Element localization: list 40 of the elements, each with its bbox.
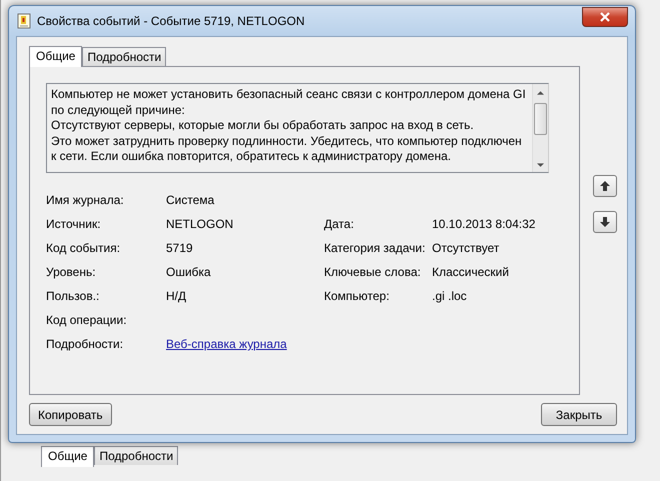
field-label: Имя журнала: (46, 193, 124, 207)
field-label: Код операции: (46, 313, 127, 327)
tab[interactable]: Общие (29, 46, 82, 67)
field-label: Код события: (46, 241, 120, 255)
field-value: NETLOGON (166, 217, 234, 231)
scroll-up-icon[interactable] (537, 90, 544, 95)
field-value: Отсутствует (432, 241, 500, 255)
field-label: Уровень: (46, 265, 96, 279)
field-value: Классический (432, 265, 509, 279)
window-title: Свойства событий - Событие 5719, NETLOGON (37, 14, 306, 28)
arrow-down-icon (599, 216, 611, 228)
tab[interactable]: Подробности (94, 446, 178, 465)
close-icon (600, 12, 610, 22)
tab[interactable]: Общие (41, 446, 94, 467)
field-value: Н/Д (166, 289, 186, 303)
field-value: 5719 (166, 241, 193, 255)
field-label: Источник: (46, 217, 101, 231)
scroll-thumb[interactable] (534, 103, 548, 135)
help-link[interactable]: Веб-справка журнала (166, 337, 287, 351)
field-value: .gi .loc (432, 289, 467, 303)
field-label: Ключевые слова: (324, 265, 421, 279)
field-value: 10.10.2013 8:04:32 (432, 217, 536, 231)
field-label: Компьютер: (324, 289, 390, 303)
field-value: Ошибка (166, 265, 211, 279)
field-label: Подробности: (46, 337, 124, 351)
tab[interactable]: Подробности (82, 47, 166, 66)
next-button[interactable] (593, 211, 617, 233)
previous-button[interactable] (593, 175, 617, 197)
field-label: Категория задачи: (324, 241, 426, 255)
description-text: Компьютер не может установить безопасный сеанс связи с контроллером домена GI по следующей причине: Отсутствуют серверы, которые могли бы обработать запрос на вход в сеть. Это может затруднить проверку подлинности. Убедитесь, что компьютер подключен к сети. Если ошибка повторится, обратитесь к администратору домена. (50, 86, 527, 165)
field-value: Система (166, 193, 214, 207)
copy-button[interactable]: Копировать (29, 403, 112, 426)
scroll-down-icon[interactable] (537, 163, 544, 168)
field-label: Пользов.: (46, 289, 100, 303)
scrollbar[interactable] (532, 84, 548, 172)
arrow-up-icon (599, 180, 611, 192)
field-label: Дата: (324, 217, 354, 231)
close-dialog-button[interactable]: Закрыть (541, 403, 617, 426)
event-log-icon (17, 13, 31, 29)
close-button[interactable] (582, 6, 628, 26)
